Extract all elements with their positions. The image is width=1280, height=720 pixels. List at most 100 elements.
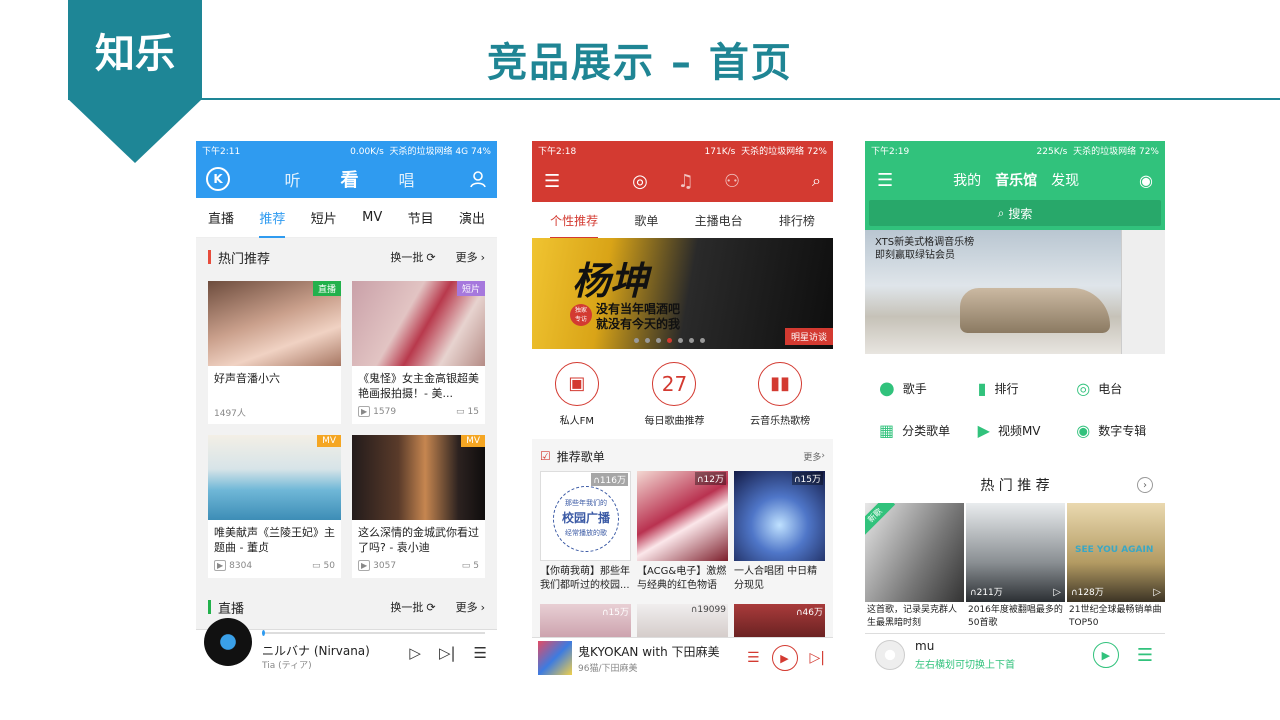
status-speed: 225K/s	[1036, 147, 1068, 157]
subtab-live[interactable]: 直播	[208, 208, 234, 227]
playlist-card-1[interactable]: 那些年我们的 校园广播 经常播放的歌 ∩116万 【你萌我萌】那些年我们都听过的校园…	[540, 471, 631, 599]
rec-header: ☑ 推荐歌单 更多 ›	[532, 445, 833, 467]
shortcuts: ▣ 私人FM 27 每日歌曲推荐 ▮▮ 云音乐热歌榜	[532, 349, 833, 439]
play-count: ∩19099	[690, 605, 726, 615]
tab-radio[interactable]: 主播电台	[695, 212, 743, 229]
category-playlist-button[interactable]: ▦ 分类歌单	[879, 421, 978, 440]
video-card-3[interactable]: MV 唯美献声《兰陵王妃》主题曲 - 董贞 ▶ 8304 ▭ 50	[208, 435, 341, 578]
comment-icon: ▭	[461, 560, 471, 571]
hot-cover-1[interactable]: 新歌	[865, 503, 964, 602]
tab-watch[interactable]: 看	[341, 166, 359, 192]
section-marker	[208, 250, 211, 264]
live-title: 直播	[218, 601, 245, 617]
banner-tag: 明星访谈	[784, 328, 833, 345]
next-icon[interactable]: ▷|	[439, 644, 456, 662]
music-note-icon[interactable]: ♫	[678, 171, 694, 192]
subtab-short[interactable]: 短片	[311, 208, 337, 227]
refresh-button[interactable]: 换一批 ⟳	[390, 599, 435, 615]
play-icon[interactable]: ▷	[1153, 587, 1161, 598]
banner-text: 没有当年唱酒吧 就没有今天的我	[596, 302, 681, 331]
playlist-icon[interactable]: ☰	[474, 644, 487, 662]
user-icon[interactable]	[469, 170, 487, 188]
hot-title-2: 2016年度被翻唱最多的50首歌	[968, 605, 1063, 628]
menu-icon[interactable]: ☰	[877, 170, 893, 191]
more-button[interactable]: 更多 ›	[803, 450, 825, 463]
top-nav: K 听 看 唱	[196, 160, 497, 198]
video-card-4[interactable]: MV 这么深情的金城武你看过了吗? - 袁小迪 ▶ 3057 ▭ 5	[352, 435, 485, 578]
video-card-2[interactable]: 短片 《鬼怪》女主金高银超美艳画报拍摄！- 美... ▶ 1579 ▭ 15	[352, 281, 485, 424]
status-speed: 171K/s	[704, 147, 736, 157]
status-battery: 72%	[1138, 147, 1159, 157]
play-count: ∩12万	[694, 472, 726, 485]
kugou-logo-icon[interactable]: K	[206, 167, 230, 191]
more-button[interactable]: 更多 ›	[456, 599, 485, 615]
video-thumbnail: MV	[352, 435, 485, 520]
search-input[interactable]: ⌕ 搜索	[869, 200, 1161, 226]
playlist-card-3[interactable]: ∩15万 一人合唱团 中日精分现见	[734, 471, 825, 599]
playlist-card-2[interactable]: ∩12万 【ACG&电子】激燃与经典的红色物语	[637, 471, 728, 599]
video-thumbnail: 短片	[352, 281, 485, 366]
player-artist: 96猫/下田麻美	[578, 664, 638, 674]
tab-charts[interactable]: 排行榜	[779, 212, 815, 229]
progress-track[interactable]	[262, 630, 485, 636]
title-divider	[202, 98, 1280, 100]
rank-button[interactable]: ▮ 排行	[978, 379, 1077, 398]
friends-icon[interactable]: ⚇	[724, 171, 740, 192]
video-card-1[interactable]: 直播 好声音潘小六 1497人	[208, 281, 341, 424]
tab-music-hall[interactable]: 音乐馆	[995, 170, 1037, 190]
play-icon[interactable]: ▶	[1092, 642, 1119, 668]
play-icon[interactable]: ▶	[771, 645, 798, 671]
play-icon[interactable]: ▷	[409, 644, 421, 662]
chevron-right-icon[interactable]: ›	[1137, 477, 1153, 493]
search-icon[interactable]: ⌕	[812, 171, 821, 191]
daily-songs-button[interactable]: 27 每日歌曲推荐	[644, 361, 704, 427]
tab-personal[interactable]: 个性推荐	[550, 202, 599, 239]
mini-player[interactable]: ニルバナ (Nirvana) Tia (ティア) ▷ ▷| ☰	[196, 618, 497, 677]
banner[interactable]: 杨坤 独家 专访 没有当年唱酒吧 就没有今天的我 明星访谈	[532, 238, 833, 349]
radio-button[interactable]: ◎ 电台	[1076, 379, 1165, 398]
next-icon[interactable]: ▷|	[810, 650, 825, 666]
subtab-show[interactable]: 演出	[459, 208, 485, 227]
menu-icon[interactable]: ☰	[544, 171, 560, 192]
feature-grid: ● 歌手 ▮ 排行 ◎ 电台 ▦ 分类歌单 ▶ 视频MV ◉ 数字专辑	[865, 369, 1165, 449]
progress-knob[interactable]	[262, 630, 265, 636]
banner-dots	[634, 338, 705, 343]
shortcut-label: 私人FM	[559, 415, 595, 427]
subtab-program[interactable]: 节目	[408, 208, 434, 227]
logo-ribbon-tip	[68, 99, 202, 163]
play-icon[interactable]: ▷	[1053, 587, 1061, 598]
calendar-icon: 27	[652, 361, 697, 406]
comment-icon: ▭	[456, 406, 465, 417]
status-bar: 下午2:11 0.00K/s 天杀的垃圾网络 4G 74%	[196, 141, 497, 160]
shortcut-label: 云音乐热歌榜	[750, 415, 811, 427]
private-fm-button[interactable]: ▣ 私人FM	[554, 361, 599, 427]
tab-discover[interactable]: 发现	[1051, 170, 1079, 190]
status-speed: 0.00K/s	[350, 147, 384, 157]
refresh-button[interactable]: 换一批 ⟳	[390, 249, 435, 265]
hot-cover-3[interactable]: SEE YOU AGAIN ∩128万 ▷	[1067, 503, 1165, 602]
singer-button[interactable]: ● 歌手	[879, 378, 978, 399]
vinyl-disc-icon[interactable]	[204, 618, 252, 666]
tab-mine[interactable]: 我的	[953, 170, 981, 190]
tab-listen[interactable]: 听	[284, 167, 300, 191]
hot-cover-2[interactable]: ∩211万 ▷	[966, 503, 1065, 602]
mini-player[interactable]: mu 左右横划可切换上下首 ▶ ☰	[865, 633, 1165, 677]
mini-player[interactable]: 鬼KYOKAN with 下田麻美 96猫/下田麻美 ☰ ▶ ▷|	[532, 637, 833, 677]
digital-album-button[interactable]: ◉ 数字专辑	[1076, 421, 1165, 440]
singer-icon: ●	[879, 377, 895, 399]
subtab-recommend[interactable]: 推荐	[259, 198, 286, 238]
video-mv-button[interactable]: ▶ 视频MV	[978, 421, 1077, 440]
playlist-check-icon: ☑	[540, 449, 551, 463]
play-count: 3057	[373, 560, 397, 571]
hot-chart-button[interactable]: ▮▮ 云音乐热歌榜	[750, 361, 811, 427]
playlist-icon[interactable]: ☰	[1137, 645, 1153, 666]
playlist-icon[interactable]: ☰	[747, 650, 760, 666]
tab-playlist[interactable]: 歌单	[634, 212, 658, 229]
netease-logo-icon[interactable]: ◎	[632, 171, 648, 192]
recognize-icon[interactable]: ◉	[1139, 171, 1153, 190]
tab-sing[interactable]: 唱	[399, 167, 415, 191]
banner[interactable]: XTS新美式格调音乐榜 即刻赢取绿钻会员	[865, 230, 1165, 354]
more-button[interactable]: 更多 ›	[456, 249, 485, 265]
subtab-mv[interactable]: MV	[362, 210, 382, 225]
playlist-title: 【ACG&电子】激燃与经典的红色物语	[637, 566, 727, 591]
